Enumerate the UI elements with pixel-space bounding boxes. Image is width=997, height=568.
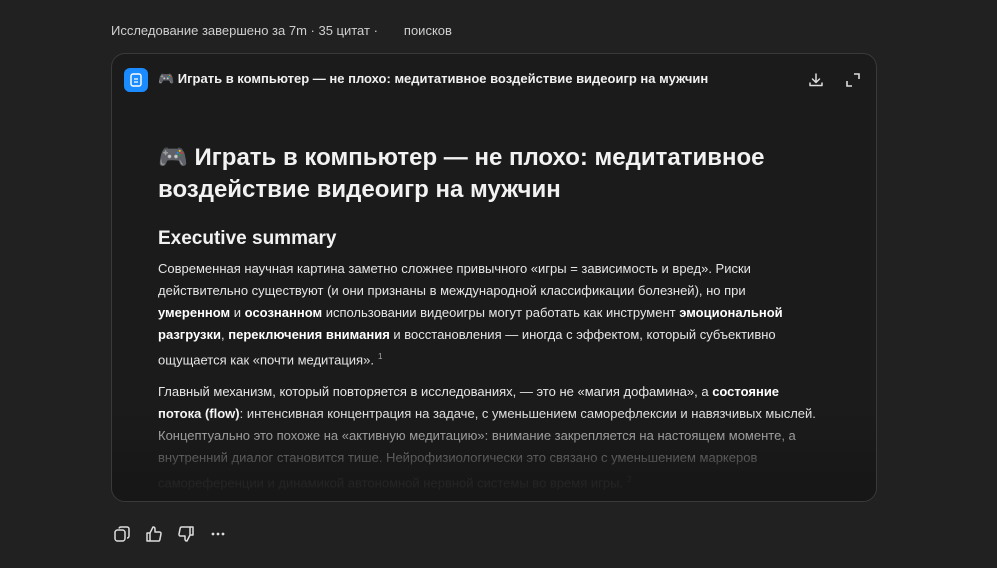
more-options-button[interactable] [206, 523, 230, 545]
download-icon [809, 73, 823, 87]
download-button[interactable] [803, 67, 829, 93]
document-icon [124, 68, 148, 92]
copy-icon [114, 526, 130, 542]
card-title[interactable]: 🎮 Играть в компьютер — не плохо: медитат… [158, 71, 708, 87]
paragraph-2: Главный механизм, который повторяется в … [158, 384, 816, 491]
report-content: 🎮 Играть в компьютер — не плохо: медитат… [158, 142, 818, 501]
thumbs-up-icon [146, 526, 162, 542]
research-status: Исследование завершено за 7m · 35 цитат … [111, 23, 452, 38]
citation-2[interactable]: 2 [627, 475, 631, 484]
report-card: 🎮 Играть в компьютер — не плохо: медитат… [111, 53, 877, 502]
message-actions [110, 523, 230, 545]
document-title: 🎮 Играть в компьютер — не плохо: медитат… [158, 144, 765, 203]
status-prefix: Исследование завершено за 7m · 35 цитат … [111, 23, 378, 38]
card-header: 🎮 Играть в компьютер — не плохо: медитат… [112, 54, 876, 104]
more-icon [211, 532, 225, 536]
section-heading: Executive summary [158, 228, 337, 249]
thumbs-up-button[interactable] [142, 523, 166, 545]
thumbs-down-button[interactable] [174, 523, 198, 545]
copy-button[interactable] [110, 523, 134, 545]
thumbs-down-icon [178, 526, 194, 542]
expand-icon [846, 73, 860, 87]
status-suffix: поисков [403, 23, 452, 38]
citation-1[interactable]: 1 [378, 352, 382, 361]
expand-button[interactable] [840, 67, 866, 93]
paragraph-1: Современная научная картина заметно слож… [158, 261, 783, 368]
